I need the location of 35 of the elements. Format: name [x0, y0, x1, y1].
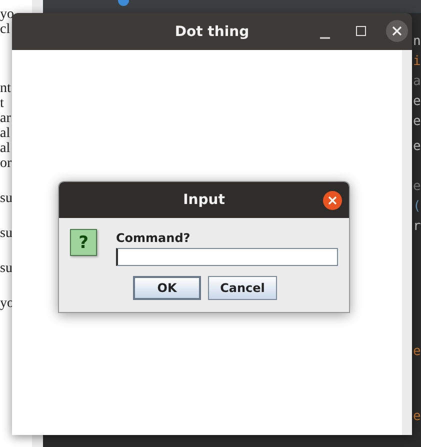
- document-text: su: [0, 226, 12, 241]
- code-text: e: [413, 179, 421, 194]
- code-text: r: [413, 219, 421, 234]
- document-text: su: [0, 191, 12, 206]
- document-text: or: [0, 156, 12, 171]
- dialog-button[interactable]: OK: [133, 276, 201, 300]
- document-text: t: [0, 96, 4, 111]
- document-text: al: [0, 126, 10, 141]
- dialog-title: Input: [183, 192, 225, 208]
- window-title: Dot thing: [174, 24, 250, 40]
- code-text: e: [413, 94, 421, 109]
- code-text: e: [413, 114, 421, 129]
- close-button[interactable]: [323, 191, 342, 210]
- question-icon: ?: [70, 229, 97, 256]
- code-text: (: [413, 199, 421, 214]
- code-text: e: [413, 409, 421, 424]
- code-text: n: [413, 34, 421, 49]
- dialog-button[interactable]: Cancel: [208, 276, 277, 300]
- code-text: a: [413, 74, 421, 89]
- document-text: al: [0, 141, 10, 156]
- document-text: su: [0, 261, 12, 276]
- close-icon: [328, 196, 337, 205]
- document-text: yo: [0, 7, 14, 22]
- minimize-icon: [320, 37, 330, 39]
- close-button[interactable]: [386, 20, 408, 42]
- command-input[interactable]: [116, 248, 338, 266]
- maximize-icon: [356, 26, 366, 36]
- document-text: nt: [0, 81, 11, 96]
- code-text: e: [413, 139, 421, 154]
- prompt-label: Command?: [116, 231, 192, 245]
- document-text: cl: [0, 22, 10, 37]
- close-icon: [392, 26, 402, 36]
- code-text: e: [413, 344, 421, 359]
- document-text: ar: [0, 111, 11, 126]
- code-text: i: [413, 54, 421, 69]
